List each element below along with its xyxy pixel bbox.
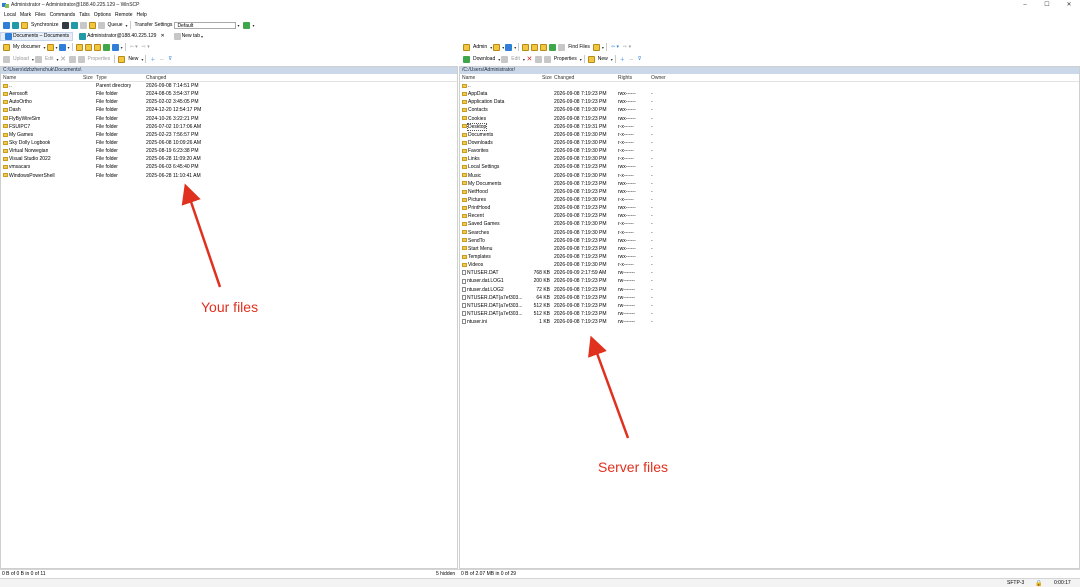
connection-bar: SFTP-3 🔒 0:00:17	[0, 578, 1080, 587]
status-bar: 0 B of 0 B in 0 of 11 5 hidden 0 B of 2.…	[0, 569, 1080, 578]
protocol-label: SFTP-3	[1007, 580, 1025, 586]
session-time: 0:00:17	[1054, 580, 1071, 586]
remote-status: 0 B of 2.07 MB in 0 of 29	[461, 571, 517, 577]
local-hidden-count[interactable]: 5 hidden	[436, 571, 455, 577]
lock-icon[interactable]: 🔒	[1035, 580, 1042, 587]
arrow-to-local-files	[181, 183, 222, 288]
annotation-server-files: Server files	[598, 459, 669, 475]
arrow-to-server-files	[588, 335, 630, 439]
annotation-arrows	[181, 183, 630, 439]
annotation-your-files: Your files	[201, 299, 259, 315]
local-status: 0 B of 0 B in 0 of 11	[2, 571, 46, 577]
